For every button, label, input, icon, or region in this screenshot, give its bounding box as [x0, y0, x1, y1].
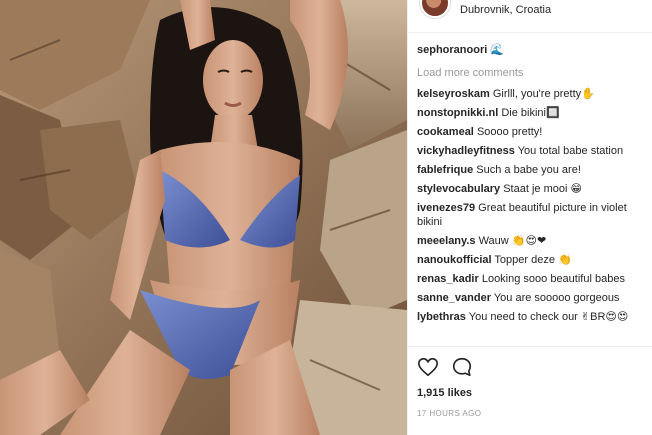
comment-row: ivenezes79 Great beautiful picture in vi…	[417, 201, 649, 229]
avatar[interactable]	[420, 0, 450, 18]
comment-row: renas_kadir Looking sooo beautiful babes	[417, 272, 649, 286]
comment-username[interactable]: nonstopnikki.nl	[417, 107, 498, 119]
wave-emoji: 🌊	[490, 44, 505, 56]
comment-row: kelseyroskam Girlll, you're pretty✋	[417, 87, 649, 101]
comment-text: Staat je mooi 😁	[503, 183, 582, 195]
post-location[interactable]: Dubrovnik, Croatia	[460, 4, 551, 16]
comment-username[interactable]: vickyhadleyfitness	[417, 145, 515, 157]
comment-username[interactable]: sanne_vander	[417, 292, 491, 304]
comment-text: Soooo pretty!	[476, 126, 543, 138]
heart-outline-icon	[418, 357, 438, 377]
comment-row: lybethras You need to check our ✌BR😍😍	[417, 310, 649, 324]
comment-username[interactable]: cookameal	[417, 126, 474, 138]
comment-text: You need to check our ✌BR😍😍	[468, 311, 629, 323]
comment-row: sanne_vander You are sooooo gorgeous	[417, 291, 649, 305]
comment-row: fablefrique Such a babe you are!	[417, 163, 649, 177]
comments-fade	[408, 332, 652, 346]
comment-row: stylevocabulary Staat je mooi 😁	[417, 182, 649, 196]
comment-row: nanoukofficial Topper deze 👏	[417, 253, 649, 267]
comment-text: Girlll, you're pretty✋	[492, 88, 595, 100]
comments-list[interactable]: sephoranoori 🌊 Load more comments kelsey…	[417, 43, 649, 344]
comment-username[interactable]: fablefrique	[417, 164, 473, 176]
post-photo[interactable]	[0, 0, 407, 435]
owner-caption: sephoranoori 🌊	[417, 43, 649, 57]
comment-row: nonstopnikki.nl Die bikini🔲	[417, 106, 649, 120]
post-header: Dubrovnik, Croatia	[408, 0, 652, 33]
comment-username[interactable]: renas_kadir	[417, 273, 479, 285]
comment-text: Die bikini🔲	[501, 107, 560, 119]
post-image	[0, 0, 407, 435]
comment-text: You are sooooo gorgeous	[493, 292, 620, 304]
load-more-comments-link[interactable]: Load more comments	[417, 66, 649, 80]
comment-username[interactable]: lybethras	[417, 311, 466, 323]
comment-username[interactable]: kelseyroskam	[417, 88, 490, 100]
comment-row: vickyhadleyfitness You total babe statio…	[417, 144, 649, 158]
comment-username[interactable]: stylevocabulary	[417, 183, 500, 195]
like-button[interactable]	[417, 356, 439, 378]
comment-username[interactable]: meeelany.s	[417, 235, 476, 247]
comment-text: Topper deze 👏	[494, 254, 572, 266]
owner-username[interactable]: sephoranoori	[417, 44, 487, 56]
comment-text: Looking sooo beautiful babes	[481, 273, 625, 285]
comment-text: You total babe station	[517, 145, 624, 157]
comment-button[interactable]	[451, 356, 473, 378]
likes-count[interactable]: 1,915 likes	[417, 387, 472, 399]
comment-username[interactable]: ivenezes79	[417, 202, 475, 214]
post-timestamp[interactable]: 17 HOURS AGO	[417, 409, 481, 418]
post-actions: 1,915 likes 17 HOURS AGO	[408, 346, 652, 435]
comment-row: cookameal Soooo pretty!	[417, 125, 649, 139]
comment-text: Wauw 👏😍❤	[478, 235, 547, 247]
speech-bubble-icon	[452, 357, 472, 377]
comment-text: Such a babe you are!	[476, 164, 581, 176]
post-side-panel: Dubrovnik, Croatia sephoranoori 🌊 Load m…	[407, 0, 652, 435]
comment-row: meeelany.s Wauw 👏😍❤	[417, 234, 649, 248]
comment-username[interactable]: nanoukofficial	[417, 254, 492, 266]
